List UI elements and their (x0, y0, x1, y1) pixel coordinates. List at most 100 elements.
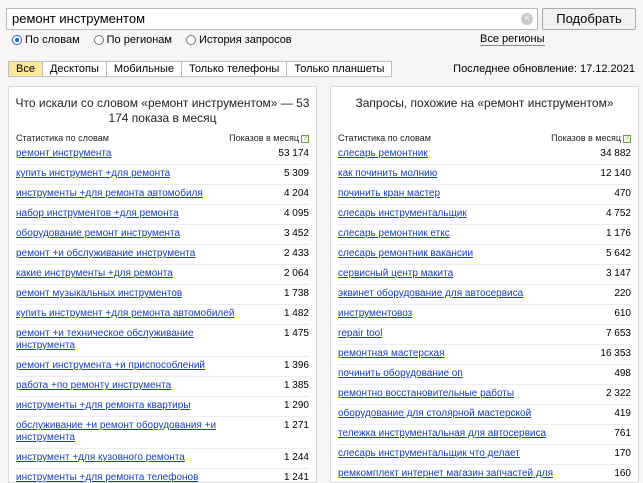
tab-phones-only[interactable]: Только телефоны (182, 62, 288, 76)
table-row: инструмент +для кузовного ремонта 1 244 (16, 449, 309, 469)
phrase-link[interactable]: купить инструмент +для ремонта (16, 168, 170, 180)
column-headers: Статистика по словам Показов в месяц? (331, 131, 638, 145)
search-mode-options: По словам По регионам История запросов (12, 33, 306, 47)
count-value: 2 322 (605, 388, 631, 399)
phrase-link[interactable]: слесарь ремонтник еткс (338, 228, 450, 240)
table-row: ремонт музыкальных инструментов 1 738 (16, 285, 309, 305)
phrase-link[interactable]: ремонт инструмента (16, 148, 111, 160)
phrase-link[interactable]: ремонт +и техническое обслуживание инстр… (16, 328, 236, 352)
count-value: 5 642 (605, 248, 631, 259)
phrase-link[interactable]: купить инструмент +для ремонта автомобил… (16, 308, 234, 320)
count-value: 34 882 (600, 148, 631, 159)
phrase-link[interactable]: починить оборудование оп (338, 368, 463, 380)
tab-all[interactable]: Все (9, 62, 43, 76)
table-row: repair tool 7 653 (338, 325, 631, 345)
phrase-link[interactable]: оборудование ремонт инструмента (16, 228, 180, 240)
last-update: Последнее обновление: 17.12.2021 (453, 63, 635, 75)
phrase-link[interactable]: сервисный центр макита (338, 268, 453, 280)
table-row: как починить молнию 12 140 (338, 165, 631, 185)
help-icon[interactable]: ? (623, 134, 631, 143)
table-row: работа +по ремонту инструмента 1 385 (16, 377, 309, 397)
table-row: ремонт инструмента +и приспособлений 1 39… (16, 357, 309, 377)
phrase-link[interactable]: тележка инструментальная для автосервиса (338, 428, 546, 440)
phrase-link[interactable]: инструменты +для ремонта квартиры (16, 400, 191, 412)
submit-button[interactable]: Подобрать (542, 8, 636, 30)
count-value: 3 452 (283, 228, 309, 239)
count-value: 7 653 (605, 328, 631, 339)
table-row: ремонт +и обслуживание инструмента 2 433 (16, 245, 309, 265)
phrase-link[interactable]: ремонт музыкальных инструментов (16, 288, 182, 300)
phrase-link[interactable]: ремонтно восстановительные работы (338, 388, 514, 400)
count-value: 4 752 (605, 208, 631, 219)
phrase-link[interactable]: как починить молнию (338, 168, 437, 180)
search-input[interactable]: ремонт инструментом (6, 8, 538, 30)
phrase-link[interactable]: слесарь инструментальщик что делает (338, 448, 520, 460)
phrase-link[interactable]: эквинет оборудование для автосервиса (338, 288, 523, 300)
table-row: ремонт +и техническое обслуживание инстр… (16, 325, 309, 357)
results-list: ремонт инструмента 53 174 купить инструмен… (9, 145, 316, 482)
help-icon[interactable]: ? (301, 134, 309, 143)
count-value: 160 (614, 468, 631, 479)
phrase-link[interactable]: починить кран мастер (338, 188, 440, 200)
phrase-link[interactable]: инструментовоз (338, 308, 412, 320)
table-row: слесарь ремонтник еткс 1 176 (338, 225, 631, 245)
table-row: инструменты +для ремонта телефонов 1 241 (16, 469, 309, 482)
table-row: купить инструмент +для ремонта 5 309 (16, 165, 309, 185)
count-value: 53 174 (278, 148, 309, 159)
count-value: 3 147 (605, 268, 631, 279)
phrase-link[interactable]: инструмент +для кузовного ремонта (16, 452, 185, 464)
column-headers: Статистика по словам Показов в месяц? (9, 131, 316, 145)
column-count: Показов в месяц? (551, 131, 631, 145)
phrase-link[interactable]: ремонтная мастерская (338, 348, 445, 360)
device-tabs: Все Десктопы Мобильные Только телефоны Т… (8, 61, 393, 77)
column-phrase: Статистика по словам (16, 133, 109, 143)
all-regions-link[interactable]: Все регионы (480, 33, 545, 46)
search-bar: ремонт инструментом × Подобрать По слова… (0, 0, 643, 52)
panel-title: Запросы, похожие на «ремонт инструментом… (355, 96, 614, 110)
phrase-link[interactable]: инструменты +для ремонта телефонов (16, 472, 198, 482)
phrase-link[interactable]: repair tool (338, 328, 382, 340)
count-value: 1 244 (283, 452, 309, 463)
tab-mobile[interactable]: Мобильные (107, 62, 182, 76)
phrase-link[interactable]: набор инструментов +для ремонта (16, 208, 179, 220)
radio-by-words[interactable]: По словам (12, 34, 80, 46)
phrase-link[interactable]: обслуживание +и ремонт оборудования +и и… (16, 420, 236, 444)
count-value: 470 (614, 188, 631, 199)
tab-desktops[interactable]: Десктопы (43, 62, 107, 76)
radio-icon (93, 35, 104, 45)
phrase-link[interactable]: ремонт +и обслуживание инструмента (16, 248, 195, 260)
phrase-link[interactable]: слесарь ремонтник (338, 148, 428, 160)
table-row: сервисный центр макита 3 147 (338, 265, 631, 285)
phrase-link[interactable]: слесарь ремонтник вакансии (338, 248, 473, 260)
count-value: 5 309 (283, 168, 309, 179)
count-value: 1 290 (283, 400, 309, 411)
table-row: слесарь ремонтник вакансии 5 642 (338, 245, 631, 265)
count-value: 170 (614, 448, 631, 459)
phrase-link[interactable]: инструменты +для ремонта автомобиля (16, 188, 203, 200)
phrase-link[interactable]: слесарь инструментальщик (338, 208, 467, 220)
phrase-link[interactable]: ремкомплект интернет магазин запчастей д… (338, 468, 558, 482)
phrase-link[interactable]: работа +по ремонту инструмента (16, 380, 171, 392)
radio-by-regions[interactable]: По регионам (93, 34, 172, 46)
radio-label: По регионам (106, 34, 172, 46)
panel-title: Что искали со словом «ремонт инструменто… (15, 96, 310, 125)
table-row: тележка инструментальная для автосервиса… (338, 425, 631, 445)
clear-icon[interactable]: × (521, 13, 533, 25)
count-value: 761 (614, 428, 631, 439)
radio-history[interactable]: История запросов (186, 34, 292, 46)
radio-icon (12, 35, 22, 45)
tab-tablets-only[interactable]: Только планшеты (287, 62, 391, 76)
count-value: 1 475 (283, 328, 309, 339)
column-count: Показов в месяц? (229, 131, 309, 145)
table-row: эквинет оборудование для автосервиса 220 (338, 285, 631, 305)
column-phrase: Статистика по словам (338, 133, 431, 143)
phrase-link[interactable]: ремонт инструмента +и приспособлений (16, 360, 205, 372)
phrase-link[interactable]: какие инструменты +для ремонта (16, 268, 173, 280)
table-row: купить инструмент +для ремонта автомобил… (16, 305, 309, 325)
table-row: инструменты +для ремонта автомобиля 4 204 (16, 185, 309, 205)
count-value: 4 095 (283, 208, 309, 219)
count-value: 1 482 (283, 308, 309, 319)
radio-label: По словам (25, 34, 80, 46)
phrase-link[interactable]: оборудование для столярной мастерской (338, 408, 531, 420)
right-panel: Запросы, похожие на «ремонт инструментом… (330, 86, 639, 483)
